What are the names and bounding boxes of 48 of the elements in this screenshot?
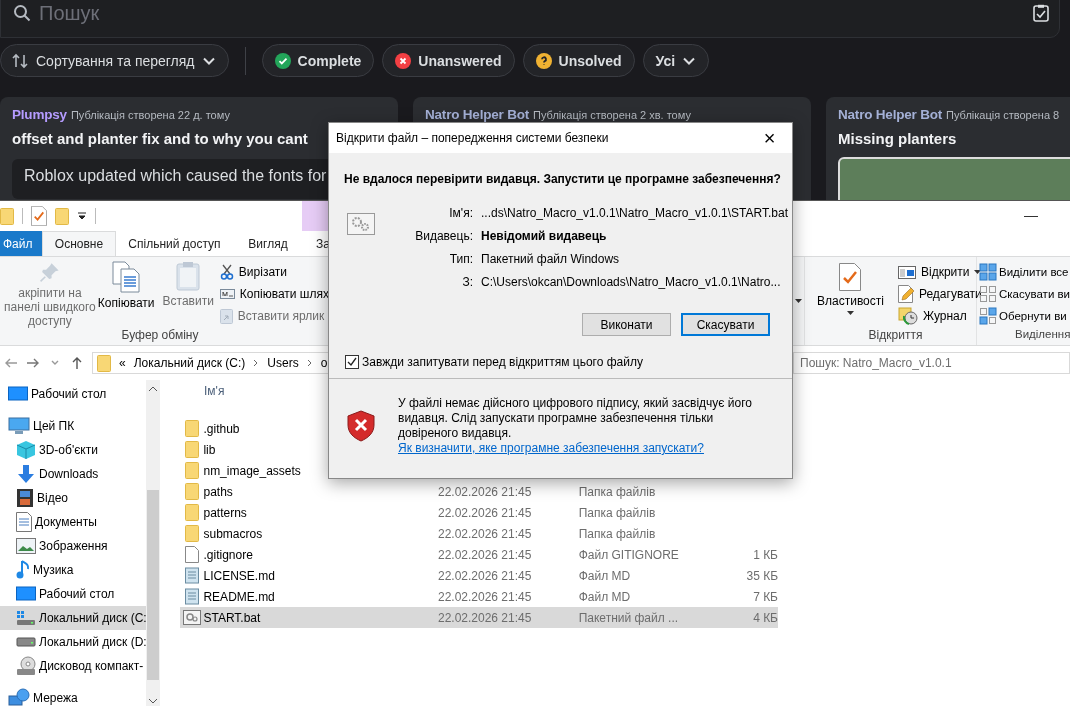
date-cell: 22.02.2026 21:45 bbox=[437, 547, 532, 562]
type-cell: Файл GITIGNORE bbox=[578, 547, 679, 562]
file-name: nm_image_assets bbox=[203, 463, 301, 478]
group-label: Відкриття bbox=[867, 328, 924, 344]
date-cell: 22.02.2026 21:45 bbox=[437, 526, 532, 541]
type-cell: Папка файлів bbox=[578, 505, 656, 520]
file-name: submacros bbox=[203, 526, 263, 541]
field-label: Видавець: bbox=[414, 228, 473, 244]
file-name: paths bbox=[203, 484, 233, 499]
type-cell: Папка файлів bbox=[578, 526, 656, 541]
type-cell: Папка файлів bbox=[578, 484, 656, 499]
type-cell: Пакетний файл ... bbox=[578, 610, 679, 625]
size-cell: 1 КБ bbox=[753, 547, 778, 562]
post-time: Публікація створена 2 хв. тому bbox=[533, 109, 691, 121]
post-time: Публікація створена 22 д. тому bbox=[70, 109, 230, 121]
file-name: README.md bbox=[203, 589, 275, 604]
group-label: Виділення bbox=[1014, 328, 1070, 342]
group-label: Буфер обміну bbox=[120, 328, 200, 344]
type-cell: Файл MD bbox=[578, 568, 631, 583]
date-cell: 22.02.2026 21:45 bbox=[437, 568, 532, 583]
date-cell: 22.02.2026 21:45 bbox=[437, 505, 532, 520]
file-name: patterns bbox=[203, 505, 247, 520]
post-time: Публікація створена 8 bbox=[946, 109, 1060, 121]
field-value: Пакетний файл Windows bbox=[481, 251, 621, 267]
field-value: Невідомий видавець bbox=[481, 228, 608, 244]
size-cell: 35 КБ bbox=[746, 568, 778, 583]
author-name: Natro Helper Bot bbox=[425, 107, 530, 122]
size-cell: 4 КБ bbox=[753, 610, 778, 625]
file-name: lib bbox=[203, 442, 216, 457]
date-cell: 22.02.2026 21:45 bbox=[437, 610, 532, 625]
field-value: C:\Users\okcan\Downloads\Natro_Macro_v1.0.1\Natro... bbox=[481, 274, 782, 290]
file-name: .gitignore bbox=[203, 547, 253, 562]
field-label: З: bbox=[461, 274, 473, 290]
post-title: offset and planter fix and to why you cant bbox=[12, 130, 308, 147]
author-name: Plumpsy bbox=[12, 107, 67, 122]
author-name: Natro Helper Bot bbox=[838, 107, 943, 122]
field-value: ...ds\Natro_Macro_v1.0.1\Natro_Macro_v1.0.1\START.bat bbox=[481, 205, 789, 221]
warning-text: У файлі немає дійсного цифрового підпису, який засвідчує його видавця. Слід запускати програмне забезпечення тільки довіреного видавця. Як визначити, яке програмне забезпечення запускати? bbox=[398, 396, 753, 456]
file-name: START.bat bbox=[203, 610, 261, 625]
field-label: Тип: bbox=[448, 251, 473, 267]
size-cell: 7 КБ bbox=[753, 589, 778, 604]
file-name: LICENSE.md bbox=[203, 568, 275, 583]
post-title: Missing planters bbox=[838, 130, 957, 147]
file-name: .github bbox=[203, 421, 240, 436]
type-cell: Файл MD bbox=[578, 589, 631, 604]
date-cell: 22.02.2026 21:45 bbox=[437, 484, 532, 499]
date-cell: 22.02.2026 21:45 bbox=[437, 589, 532, 604]
field-label: Ім'я: bbox=[448, 205, 473, 221]
